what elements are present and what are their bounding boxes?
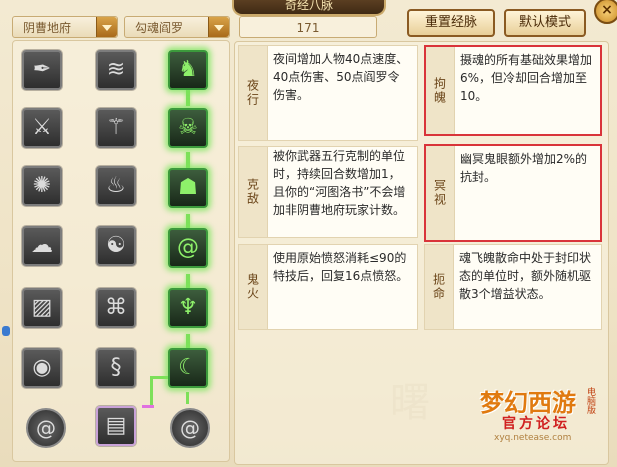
desc-text: 摄魂的所有基础效果增加6%，但冷却回合增加至10。 (460, 53, 593, 103)
skill-slot-soul-catch[interactable]: ☠ (168, 108, 208, 148)
desc-card-soul-catch: 拘魄 摄魂的所有基础效果增加6%，但冷却回合增加至10。 (424, 45, 602, 136)
skill-slot-ghost[interactable]: ☯ (96, 226, 136, 266)
skill-slot-weapon[interactable]: ✒ (22, 50, 62, 90)
ghost-icon: ☯ (106, 233, 126, 258)
desc-text: 被你武器五行克制的单位时，持续回合数增加1，且你的“河图洛书”不会增加非阴曹地府… (273, 149, 406, 217)
logo-subtitle: 官方论坛 (502, 416, 570, 432)
skill-orb-left[interactable]: @ (26, 408, 66, 448)
game-logo: 梦幻西游 电脑版 官方论坛 xyq.netease.com (480, 383, 610, 443)
desc-label: 夜行 (239, 46, 268, 140)
skill-slot-flame-scroll[interactable]: ♨ (96, 166, 136, 206)
skill-slot-claw[interactable]: ⚔ (22, 108, 62, 148)
rune-gate-icon: ▤ (105, 413, 127, 438)
desc-label: 拘魄 (426, 47, 455, 134)
reset-meridian-button[interactable]: 重置经脉 (407, 9, 495, 37)
desc-card-strangle: 扼命 魂飞魄散命中处于封印状态的单位时，额外随机驱散3个增益状态。 (424, 244, 602, 330)
crescent-icon: ☾ (178, 355, 198, 380)
path-connector (186, 392, 189, 404)
flames-icon: ♆ (178, 295, 198, 320)
desc-card-ghost-fire: 鬼火 使用原始愤怒消耗≤90的特技后，回复16点愤怒。 (238, 244, 418, 330)
skill-slot-wave[interactable]: ≋ (96, 50, 136, 90)
logo-url: xyq.netease.com (494, 433, 572, 443)
desc-text: 使用原始愤怒消耗≤90的特技后，回复16点愤怒。 (273, 251, 409, 283)
claw-icon: ⚔ (32, 115, 52, 140)
desc-label: 扼命 (425, 245, 454, 329)
side-marker-icon (2, 326, 10, 336)
skull-spikes-icon: ☠ (178, 115, 198, 140)
skill-slot-eye[interactable]: ◉ (22, 348, 62, 388)
knot-icon: ⌘ (105, 295, 127, 320)
path-connector (186, 274, 190, 288)
branch-dropdown[interactable]: 勾魂阎罗 (124, 16, 230, 38)
running-man-icon: ♞ (178, 57, 198, 82)
meridian-panel: 蕨 曙 奇经八脉 × 阴曹地府 勾魂阎罗 171 重置经脉 默认模式 ✒ ⚔ ✺… (0, 0, 617, 467)
branch-value: 勾魂阎罗 (135, 21, 184, 35)
cloud-icon: ☁ (31, 233, 53, 258)
skill-slot-counter[interactable]: ☗ (168, 168, 208, 208)
desc-label: 克敌 (239, 147, 268, 237)
spiral-icon: @ (177, 235, 199, 260)
skill-slot-cloud[interactable]: ☁ (22, 226, 62, 266)
rune-tablet-icon: ▨ (31, 295, 53, 320)
faction-dropdown[interactable]: 阴曹地府 (12, 16, 118, 38)
skill-slot-ghost-fire[interactable]: ♆ (168, 288, 208, 328)
dragon-icon: § (110, 355, 122, 380)
desc-text: 幽冥鬼眼额外增加2%的抗封。 (460, 152, 588, 184)
desc-label: 冥视 (426, 146, 455, 240)
skill-orb-right[interactable]: @ (170, 408, 210, 448)
skill-slot-knot[interactable]: ⌘ (96, 288, 136, 328)
desc-text: 夜间增加人物40点速度、40点伤害、50点阎罗令伤害。 (273, 52, 409, 102)
skill-slot-rune[interactable]: ▨ (22, 288, 62, 328)
desc-text: 魂飞魄散命中处于封印状态的单位时，额外随机驱散3个增益状态。 (459, 251, 592, 301)
path-connector (186, 90, 190, 106)
desc-card-nether-sight: 冥视 幽冥鬼眼额外增加2%的抗封。 (424, 144, 602, 242)
skill-slot-rune-gate[interactable]: ▤ (96, 406, 136, 446)
path-connector (186, 334, 190, 348)
fire-swirl-icon: ✺ (32, 173, 52, 198)
wave-icon: ≋ (106, 57, 126, 82)
skill-slot-dragon[interactable]: § (96, 348, 136, 388)
eye-swirl-icon: ◉ (32, 355, 52, 380)
skill-slot-nether-sight[interactable]: @ (168, 228, 208, 268)
desc-label: 鬼火 (239, 245, 268, 329)
desc-card-night-walk: 夜行 夜间增加人物40点速度、40点伤害、50点阎罗令伤害。 (238, 45, 418, 141)
skill-slot-fire[interactable]: ✺ (22, 166, 62, 206)
desc-card-counter: 克敌 被你武器五行克制的单位时，持续回合数增加1，且你的“河图洛书”不会增加非阴… (238, 146, 418, 238)
ghost-mask-icon: ☗ (178, 175, 198, 200)
path-connector (142, 405, 154, 408)
default-mode-button[interactable]: 默认模式 (504, 9, 586, 37)
chevron-down-icon[interactable] (208, 17, 229, 37)
faction-value: 阴曹地府 (23, 21, 72, 35)
skill-slot-spear[interactable]: ⚚ (96, 108, 136, 148)
level-display: 171 (239, 16, 377, 38)
spiral-orb-icon: @ (36, 416, 56, 440)
path-connector (186, 214, 190, 228)
window-title: 奇经八脉 (232, 0, 386, 16)
logo-tag: 电脑版 (585, 387, 595, 414)
close-button[interactable]: × (594, 0, 617, 24)
path-connector (150, 376, 153, 406)
weapon-icon: ✒ (32, 57, 52, 82)
spear-rune-icon: ⚚ (106, 115, 126, 140)
chevron-down-icon[interactable] (96, 17, 117, 37)
skill-slot-night-walk[interactable]: ♞ (168, 50, 208, 90)
skill-slot-strangle[interactable]: ☾ (168, 348, 208, 388)
flame-scroll-icon: ♨ (106, 173, 126, 198)
path-connector (186, 152, 190, 168)
spiral-orb-icon: @ (180, 416, 200, 440)
